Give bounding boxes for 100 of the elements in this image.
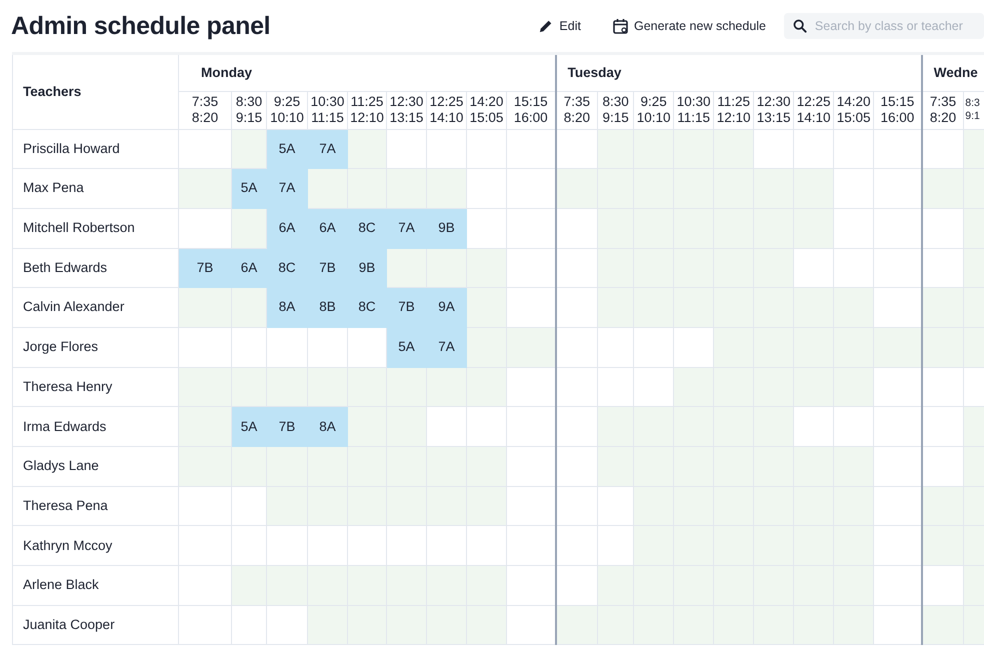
slot-cell[interactable] <box>556 566 598 606</box>
slot-cell[interactable] <box>308 605 348 645</box>
generate-schedule-button[interactable]: Generate new schedule <box>608 14 770 38</box>
lesson-cell[interactable]: 7A <box>426 327 466 368</box>
slot-cell[interactable] <box>178 566 232 606</box>
slot-cell[interactable] <box>714 129 754 169</box>
slot-cell[interactable] <box>874 208 922 248</box>
slot-cell[interactable] <box>466 248 506 288</box>
slot-cell[interactable] <box>922 406 964 446</box>
lesson-cell[interactable]: 8A <box>308 406 348 446</box>
slot-cell[interactable] <box>834 288 874 328</box>
lesson-cell[interactable]: 5A <box>232 406 266 446</box>
lesson-cell[interactable]: 9B <box>348 248 386 288</box>
slot-cell[interactable] <box>754 406 794 446</box>
slot-cell[interactable] <box>874 406 922 446</box>
slot-cell[interactable] <box>714 168 754 208</box>
lesson-cell[interactable]: 8C <box>348 208 386 248</box>
slot-cell[interactable] <box>634 288 674 328</box>
slot-cell[interactable] <box>834 168 874 208</box>
slot-cell[interactable] <box>922 526 964 566</box>
slot-cell[interactable] <box>674 327 714 368</box>
slot-cell[interactable] <box>426 129 466 169</box>
slot-cell[interactable] <box>506 486 556 526</box>
slot-cell[interactable] <box>178 446 232 486</box>
slot-cell[interactable] <box>232 566 266 606</box>
slot-cell[interactable] <box>232 288 266 328</box>
slot-cell[interactable] <box>874 605 922 645</box>
slot-cell[interactable] <box>426 486 466 526</box>
lesson-cell[interactable]: 6A <box>308 208 348 248</box>
slot-cell[interactable] <box>674 605 714 645</box>
slot-cell[interactable] <box>426 446 466 486</box>
slot-cell[interactable] <box>308 486 348 526</box>
slot-cell[interactable] <box>598 327 634 368</box>
slot-cell[interactable] <box>556 526 598 566</box>
slot-cell[interactable] <box>466 605 506 645</box>
slot-cell[interactable] <box>922 327 964 368</box>
slot-cell[interactable] <box>426 367 466 407</box>
slot-cell[interactable] <box>714 327 754 368</box>
slot-cell[interactable] <box>922 168 964 208</box>
slot-cell[interactable] <box>178 486 232 526</box>
slot-cell[interactable] <box>598 486 634 526</box>
slot-cell[interactable] <box>232 605 266 645</box>
slot-cell[interactable] <box>556 248 598 288</box>
slot-cell[interactable] <box>386 248 426 288</box>
slot-cell[interactable] <box>964 566 984 606</box>
slot-cell[interactable] <box>348 446 386 486</box>
slot-cell[interactable] <box>794 168 834 208</box>
slot-cell[interactable] <box>964 327 984 368</box>
slot-cell[interactable] <box>754 129 794 169</box>
slot-cell[interactable] <box>794 446 834 486</box>
slot-cell[interactable] <box>874 248 922 288</box>
slot-cell[interactable] <box>634 446 674 486</box>
slot-cell[interactable] <box>634 605 674 645</box>
slot-cell[interactable] <box>178 526 232 566</box>
slot-cell[interactable] <box>598 129 634 169</box>
slot-cell[interactable] <box>794 367 834 407</box>
slot-cell[interactable] <box>178 168 232 208</box>
slot-cell[interactable] <box>556 327 598 368</box>
slot-cell[interactable] <box>506 526 556 566</box>
slot-cell[interactable] <box>794 288 834 328</box>
slot-cell[interactable] <box>556 486 598 526</box>
slot-cell[interactable] <box>506 129 556 169</box>
slot-cell[interactable] <box>266 367 308 407</box>
slot-cell[interactable] <box>348 526 386 566</box>
slot-cell[interactable] <box>714 605 754 645</box>
slot-cell[interactable] <box>466 406 506 446</box>
slot-cell[interactable] <box>674 367 714 407</box>
slot-cell[interactable] <box>754 208 794 248</box>
slot-cell[interactable] <box>466 446 506 486</box>
slot-cell[interactable] <box>922 446 964 486</box>
slot-cell[interactable] <box>266 566 308 606</box>
lesson-cell[interactable]: 8B <box>308 288 348 328</box>
slot-cell[interactable] <box>754 605 794 645</box>
slot-cell[interactable] <box>232 327 266 368</box>
slot-cell[interactable] <box>308 168 348 208</box>
slot-cell[interactable] <box>598 406 634 446</box>
slot-cell[interactable] <box>348 327 386 368</box>
slot-cell[interactable] <box>556 208 598 248</box>
slot-cell[interactable] <box>232 486 266 526</box>
slot-cell[interactable] <box>834 486 874 526</box>
slot-cell[interactable] <box>922 208 964 248</box>
slot-cell[interactable] <box>634 526 674 566</box>
slot-cell[interactable] <box>874 168 922 208</box>
slot-cell[interactable] <box>874 327 922 368</box>
slot-cell[interactable] <box>506 248 556 288</box>
slot-cell[interactable] <box>232 367 266 407</box>
slot-cell[interactable] <box>598 566 634 606</box>
slot-cell[interactable] <box>506 208 556 248</box>
slot-cell[interactable] <box>556 288 598 328</box>
slot-cell[interactable] <box>634 367 674 407</box>
slot-cell[interactable] <box>386 367 426 407</box>
slot-cell[interactable] <box>556 446 598 486</box>
slot-cell[interactable] <box>426 526 466 566</box>
lesson-cell[interactable]: 5A <box>266 129 308 169</box>
slot-cell[interactable] <box>556 605 598 645</box>
slot-cell[interactable] <box>964 288 984 328</box>
slot-cell[interactable] <box>598 168 634 208</box>
slot-cell[interactable] <box>634 486 674 526</box>
slot-cell[interactable] <box>834 446 874 486</box>
slot-cell[interactable] <box>308 526 348 566</box>
